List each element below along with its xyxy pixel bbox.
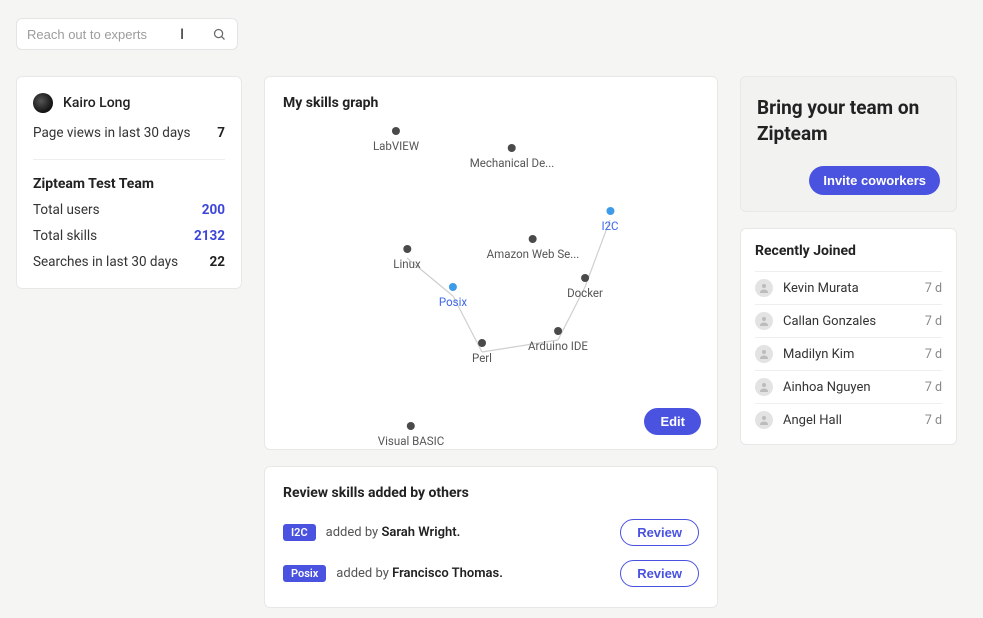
review-button[interactable]: Review [620,560,699,587]
node-label: Arduino IDE [528,339,588,353]
node-label: Visual BASIC [378,434,444,448]
joined-name: Callan Gonzales [783,314,876,329]
invite-team-card: Bring your team on Zipteam Invite cowork… [740,76,957,212]
stat-total-skills: Total skills 2132 [33,228,225,244]
skill-node-vb[interactable]: Visual BASIC [378,422,444,448]
node-label: I2C [601,219,618,233]
divider [33,159,225,160]
node-label: Perl [472,351,492,365]
node-dot-icon [508,144,516,152]
node-dot-icon [403,245,411,253]
node-dot-icon [581,274,589,282]
node-dot-icon [449,283,457,291]
skill-node-i2c[interactable]: I2C [601,207,618,233]
review-row-left: Posix added by Francisco Thomas. [283,565,503,582]
joined-time: 7 d [925,413,942,428]
team-name: Zipteam Test Team [33,176,225,192]
review-row: Posix added by Francisco Thomas. Review [283,560,699,587]
skill-node-docker[interactable]: Docker [567,274,603,300]
skill-node-posix[interactable]: Posix [439,283,467,309]
review-row-left: I2C added by Sarah Wright. [283,524,460,541]
skill-node-mechdev[interactable]: Mechanical De... [470,144,555,170]
stat-label: Total skills [33,228,97,244]
node-label: Posix [439,295,467,309]
joined-row-left: Angel Hall [755,411,842,429]
joined-row[interactable]: Angel Hall 7 d [755,403,942,436]
stat-label: Total users [33,202,100,218]
skills-graph-card: My skills graph LabVIEWMechanical De...L… [264,76,718,450]
joined-name: Angel Hall [783,413,842,428]
review-text: added by Francisco Thomas. [336,566,503,581]
node-label: Linux [393,257,420,271]
skill-chip[interactable]: I2C [283,524,316,541]
search-bar[interactable]: I [16,18,238,50]
person-icon [755,378,773,396]
profile-user[interactable]: Kairo Long [33,93,225,113]
skill-node-linux[interactable]: Linux [393,245,420,271]
review-title: Review skills added by others [283,485,699,501]
search-icon[interactable] [212,27,227,42]
joined-name: Madilyn Kim [783,347,854,362]
node-dot-icon [478,339,486,347]
stat-value: 22 [210,254,226,270]
stat-label: Page views in last 30 days [33,125,191,141]
profile-card: Kairo Long Page views in last 30 days 7 … [16,76,242,289]
skill-chip[interactable]: Posix [283,565,326,582]
node-label: Amazon Web Se... [487,247,580,261]
joined-row-left: Callan Gonzales [755,312,876,330]
node-dot-icon [407,422,415,430]
person-icon [755,312,773,330]
joined-row[interactable]: Madilyn Kim 7 d [755,337,942,370]
stat-total-users: Total users 200 [33,202,225,218]
search-input[interactable] [27,27,212,42]
avatar [33,93,53,113]
stat-label: Searches in last 30 days [33,254,178,270]
person-icon [755,345,773,363]
invite-coworkers-button[interactable]: Invite coworkers [809,166,940,195]
stat-searches: Searches in last 30 days 22 [33,254,225,270]
joined-time: 7 d [925,281,942,296]
joined-name: Kevin Murata [783,281,859,296]
review-button[interactable]: Review [620,519,699,546]
invite-team-title: Bring your team on Zipteam [757,95,940,146]
text-cursor-icon: I [180,25,184,43]
joined-time: 7 d [925,314,942,329]
joined-row-left: Kevin Murata [755,279,859,297]
review-text: added by Sarah Wright. [326,525,461,540]
profile-name: Kairo Long [63,95,130,111]
joined-time: 7 d [925,380,942,395]
node-dot-icon [606,207,614,215]
joined-row[interactable]: Callan Gonzales 7 d [755,304,942,337]
stat-value[interactable]: 200 [202,202,225,218]
node-dot-icon [529,235,537,243]
review-card: Review skills added by others I2C added … [264,466,718,608]
recently-joined-title: Recently Joined [755,243,942,259]
node-label: Docker [567,286,603,300]
joined-row-left: Ainhoa Nguyen [755,378,871,396]
person-icon [755,411,773,429]
review-row: I2C added by Sarah Wright. Review [283,519,699,546]
person-icon [755,279,773,297]
joined-name: Ainhoa Nguyen [783,380,871,395]
stat-value: 7 [217,125,225,141]
joined-row[interactable]: Ainhoa Nguyen 7 d [755,370,942,403]
skill-node-perl[interactable]: Perl [472,339,492,365]
skill-node-aws[interactable]: Amazon Web Se... [487,235,580,261]
stat-value[interactable]: 2132 [194,228,225,244]
joined-time: 7 d [925,347,942,362]
skill-node-labview[interactable]: LabVIEW [373,127,419,153]
stat-page-views: Page views in last 30 days 7 [33,125,225,141]
recently-joined-card: Recently Joined Kevin Murata7 dCallan Go… [740,228,957,445]
edit-skills-button[interactable]: Edit [644,408,701,435]
joined-row[interactable]: Kevin Murata 7 d [755,271,942,304]
node-label: LabVIEW [373,139,419,153]
skills-graph-title: My skills graph [283,95,699,111]
node-dot-icon [554,327,562,335]
node-dot-icon [392,127,400,135]
node-label: Mechanical De... [470,156,555,170]
skill-node-arduino[interactable]: Arduino IDE [528,327,588,353]
skills-graph-canvas[interactable]: LabVIEW Mechanical De... Linux Amazon Web S… [283,115,699,425]
joined-row-left: Madilyn Kim [755,345,854,363]
